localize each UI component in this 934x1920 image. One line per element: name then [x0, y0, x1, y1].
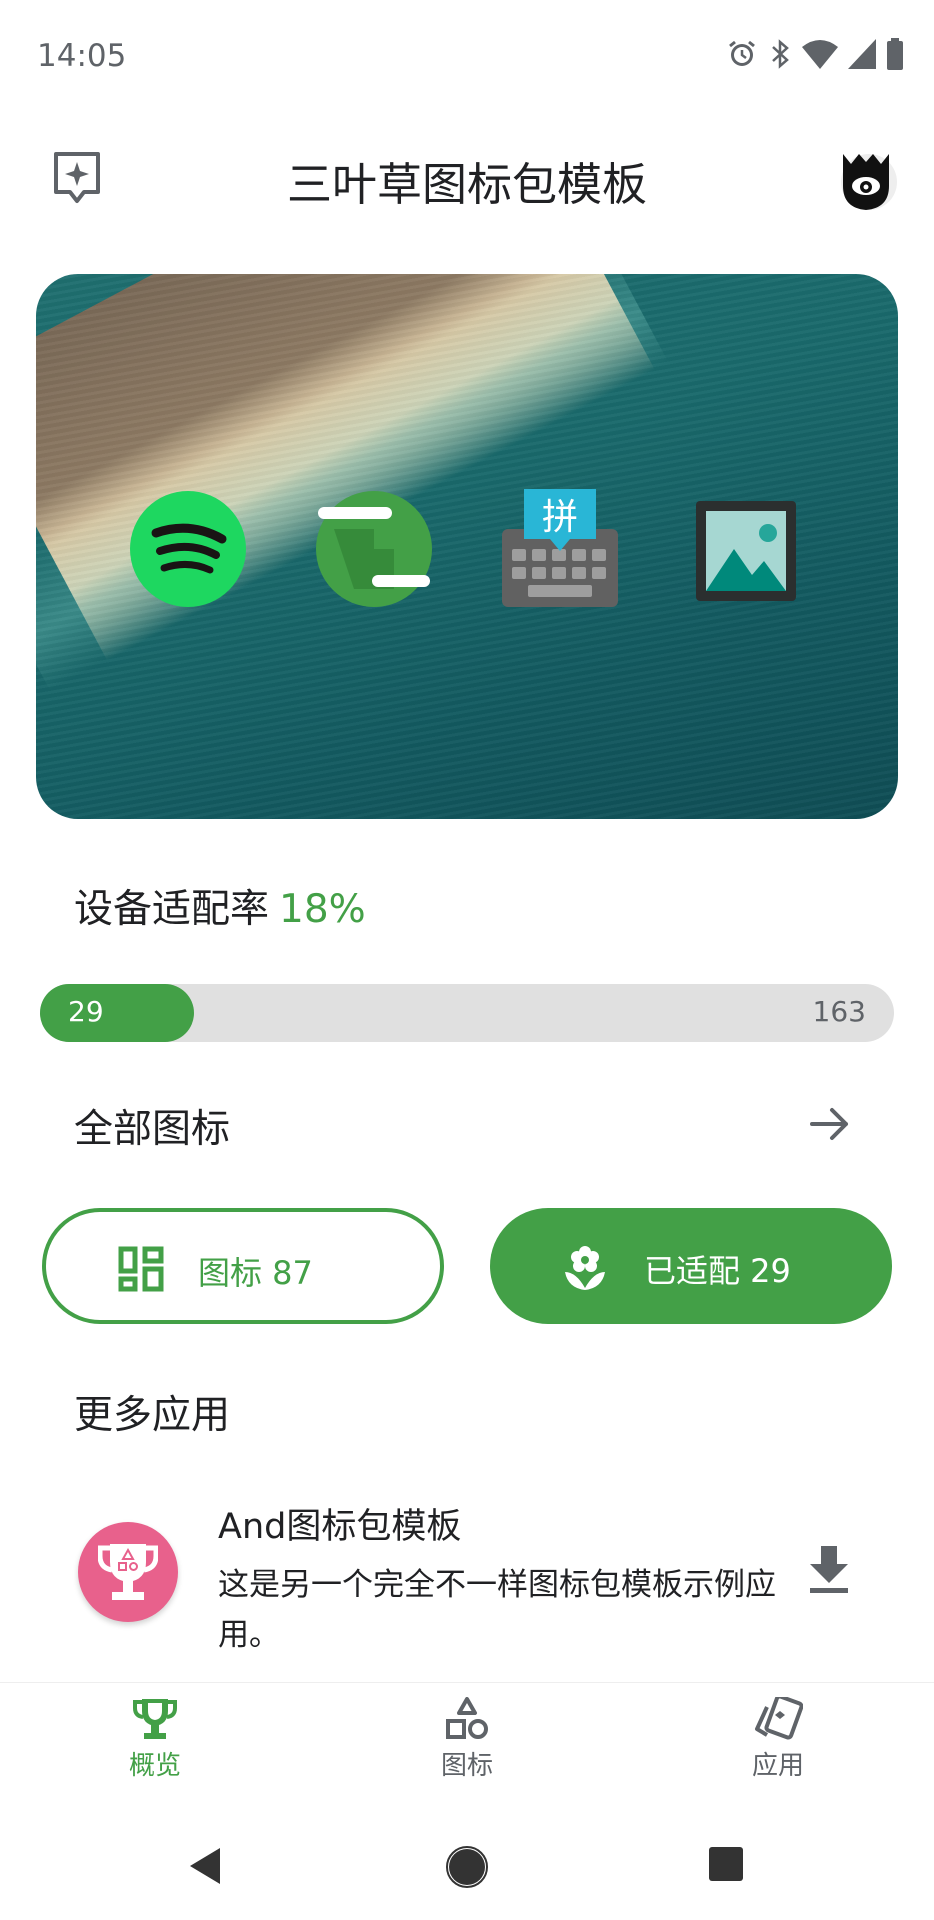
alarm-icon: [729, 40, 755, 66]
hero-banner: 拼: [36, 274, 898, 819]
adaptation-progress-bar: 29 163: [40, 984, 894, 1042]
tab-icons-label: 图标: [440, 1751, 493, 1781]
tab-icons[interactable]: 图标: [367, 1697, 567, 1797]
tab-overview[interactable]: 概览: [55, 1697, 255, 1797]
tab-apps-label: 应用: [751, 1751, 804, 1781]
home-icon[interactable]: [446, 1846, 488, 1888]
gallery-icon[interactable]: [686, 489, 806, 609]
progress-fill: [40, 984, 194, 1042]
tab-apps[interactable]: 应用: [678, 1697, 878, 1797]
adaptation-rate-value: 18%: [279, 887, 366, 932]
adaptation-rate: 设备适配率 18%: [74, 878, 366, 934]
status-time: 14:05: [37, 38, 127, 74]
dashboard-grid-icon: [118, 1246, 164, 1292]
bluetooth-icon: [772, 39, 789, 69]
mask-avatar-icon[interactable]: [833, 148, 899, 214]
icons-button[interactable]: 图标 87: [42, 1208, 444, 1324]
trophy-icon: [133, 1699, 177, 1739]
back-icon[interactable]: [188, 1846, 222, 1886]
terminal-app-icon[interactable]: [314, 489, 434, 609]
bottom-nav: 概览 图标 应用: [0, 1682, 934, 1808]
download-icon[interactable]: [808, 1546, 850, 1594]
all-icons-label: 全部图标: [74, 1107, 231, 1152]
status-bar: 14:05: [0, 0, 934, 110]
pinyin-keyboard-icon[interactable]: 拼: [500, 489, 620, 609]
all-icons-row[interactable]: 全部图标: [0, 1090, 934, 1160]
pinyin-glyph: 拼: [542, 497, 578, 538]
spotify-icon[interactable]: [128, 489, 248, 609]
icons-button-label: 图标 87: [198, 1254, 313, 1292]
adapted-button[interactable]: 已适配 29: [490, 1208, 892, 1324]
progress-total-count: 163: [812, 995, 866, 1028]
flower-icon: [565, 1246, 605, 1290]
arrow-right-icon[interactable]: [806, 1100, 854, 1148]
app-name: And图标包模板: [218, 1507, 462, 1547]
signal-icon: [848, 39, 876, 69]
list-item[interactable]: And图标包模板 这是另一个完全不一样图标包模板示例应用。: [0, 1480, 934, 1660]
adapted-button-label: 已适配 29: [644, 1252, 791, 1290]
system-nav-bar: [0, 1808, 934, 1920]
app-avatar: [78, 1522, 178, 1622]
page-title: 三叶草图标包模板: [286, 158, 647, 211]
recents-icon[interactable]: [708, 1846, 744, 1882]
progress-adapted-count: 29: [68, 995, 104, 1028]
tab-overview-label: 概览: [128, 1751, 181, 1781]
cards-icon: [755, 1697, 803, 1740]
adaptation-rate-label: 设备适配率: [74, 887, 270, 932]
app-bar: 三叶草图标包模板: [0, 110, 934, 240]
trophy-icon: [98, 1544, 158, 1600]
status-icons: [726, 38, 904, 70]
more-apps-title: 更多应用: [74, 1393, 231, 1438]
app-description: 这是另一个完全不一样图标包模板示例应用。: [218, 1567, 776, 1653]
battery-icon: [887, 38, 903, 70]
shapes-icon: [446, 1697, 488, 1739]
wifi-icon: [802, 40, 838, 69]
